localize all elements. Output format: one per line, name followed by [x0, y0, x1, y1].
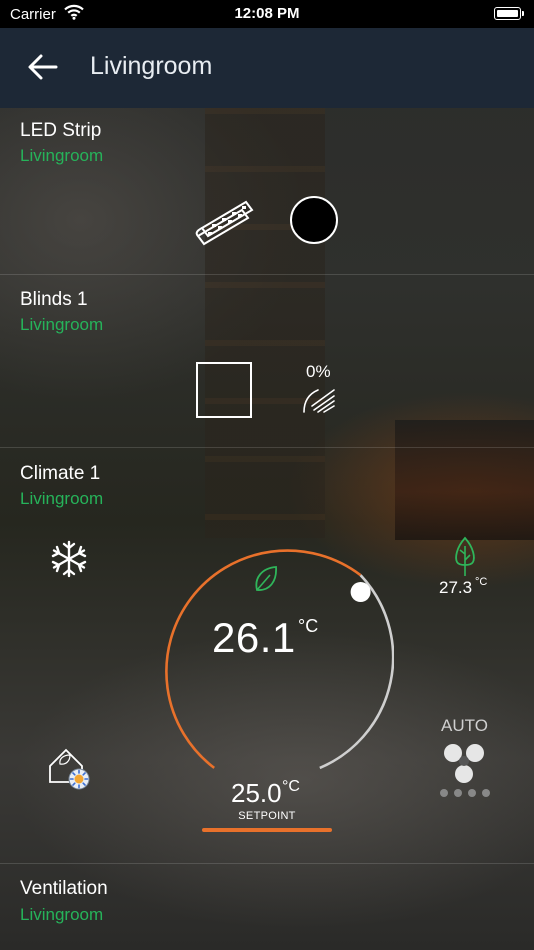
device-room: Livingroom — [20, 315, 104, 334]
fan-speed-dots[interactable] — [440, 789, 492, 797]
arrow-left-icon[interactable] — [26, 50, 60, 84]
outdoor-temperature: 27.3 — [439, 578, 473, 597]
current-temperature-unit: °C — [298, 616, 319, 636]
fan-mode-label: AUTO — [441, 716, 488, 735]
outdoor-temperature-unit: °C — [475, 576, 488, 588]
divider — [0, 274, 534, 275]
blinds-position-value: 0% — [306, 362, 331, 381]
page-title: Livingroom — [90, 52, 213, 80]
device-name: Ventilation — [20, 878, 108, 899]
status-bar: Carrier 12:08 PM — [0, 0, 534, 28]
navigation-bar: Livingroom — [0, 28, 534, 108]
divider — [0, 447, 534, 448]
power-toggle-button[interactable] — [290, 196, 338, 244]
current-temperature: 26.1 — [212, 614, 296, 662]
clock: 12:08 PM — [234, 5, 300, 22]
blinds-icon — [303, 389, 335, 413]
snowflake-icon[interactable] — [50, 540, 88, 578]
setpoint-label: SETPOINT — [238, 810, 296, 822]
leaf-icon — [255, 566, 277, 591]
fan-icon[interactable] — [441, 742, 487, 784]
device-name: Climate 1 — [20, 463, 101, 484]
divider — [0, 863, 534, 864]
background-fireplace — [395, 420, 534, 540]
led-strip-icon — [195, 200, 254, 246]
setpoint-value: 25.0 — [231, 778, 282, 808]
background-bookshelf — [205, 108, 325, 538]
device-room: Livingroom — [20, 905, 104, 924]
blinds-window-button[interactable] — [196, 362, 252, 418]
battery-icon — [494, 7, 524, 20]
current-temperature-value: 26.1 — [212, 614, 296, 661]
home-schedule-icon[interactable] — [46, 746, 94, 794]
tree-icon — [455, 536, 475, 576]
device-name: Blinds 1 — [20, 289, 88, 310]
dial-handle[interactable] — [350, 582, 371, 602]
device-room: Livingroom — [20, 489, 104, 508]
device-name: LED Strip — [20, 120, 102, 141]
setpoint-bar[interactable] — [202, 828, 332, 832]
setpoint-unit: °C — [282, 778, 300, 795]
device-room: Livingroom — [20, 146, 104, 165]
